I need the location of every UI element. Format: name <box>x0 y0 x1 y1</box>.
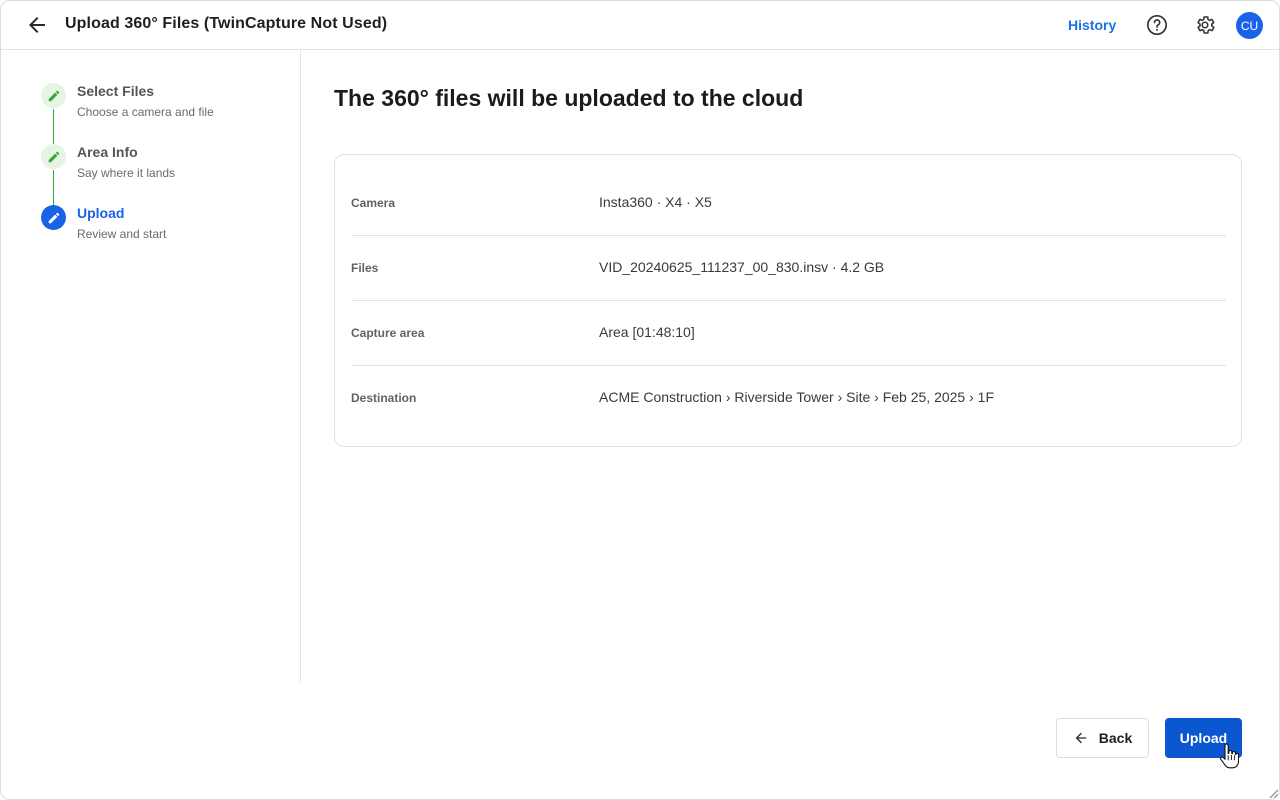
step-connector <box>53 170 54 205</box>
step-title: Upload <box>77 205 125 221</box>
app-window: Upload 360° Files (TwinCapture Not Used)… <box>0 0 1280 800</box>
back-arrow-icon[interactable] <box>25 13 49 37</box>
step-title: Select Files <box>77 83 155 99</box>
step-active-indicator <box>41 205 66 230</box>
summary-row-destination: Destination ACME Construction › Riversid… <box>351 356 1226 421</box>
page-title: Upload 360° Files (TwinCapture Not Used) <box>65 15 388 32</box>
pencil-icon <box>48 151 59 162</box>
user-avatar[interactable]: CU <box>1236 12 1263 39</box>
history-link[interactable]: History <box>1068 17 1116 33</box>
row-label: Files <box>351 261 379 275</box>
pencil-icon <box>48 212 59 223</box>
step-title: Area Info <box>77 144 138 160</box>
summary-row-camera: Camera Insta360 · X4 · X5 <box>351 161 1226 226</box>
step-done-indicator <box>41 83 66 108</box>
gear-icon[interactable] <box>1194 14 1216 36</box>
pencil-icon <box>48 90 59 101</box>
top-bar: Upload 360° Files (TwinCapture Not Used)… <box>1 1 1279 50</box>
step-subtitle: Review and start <box>77 227 167 241</box>
summary-row-files: Files VID_20240625_111237_00_830.insv · … <box>351 226 1226 291</box>
stepper-sidebar: Select Files Choose a camera and file Ar… <box>1 50 301 682</box>
step-subtitle: Say where it lands <box>77 166 176 180</box>
step-subtitle: Choose a camera and file <box>77 105 214 119</box>
section-heading: The 360° files will be uploaded to the c… <box>334 85 804 111</box>
step-connector <box>53 109 54 144</box>
summary-row-capture-area: Capture area Area [01:48:10] <box>351 291 1226 356</box>
back-button-label: Back <box>1098 730 1133 746</box>
row-label: Camera <box>351 196 396 210</box>
summary-card: Camera Insta360 · X4 · X5 Files VID_2024… <box>334 154 1242 447</box>
row-value: Insta360 · X4 · X5 <box>599 194 712 210</box>
row-value: ACME Construction › Riverside Tower › Si… <box>599 389 995 405</box>
row-label: Destination <box>351 391 417 405</box>
back-button[interactable]: Back <box>1056 718 1149 758</box>
step-done-indicator <box>41 144 66 169</box>
row-value: VID_20240625_111237_00_830.insv · 4.2 GB <box>599 259 885 275</box>
resize-grip-icon[interactable] <box>1267 787 1279 799</box>
arrow-left-icon <box>1075 732 1087 744</box>
hand-cursor-icon <box>1220 743 1239 769</box>
row-value: Area [01:48:10] <box>599 324 695 340</box>
help-icon[interactable] <box>1146 14 1168 36</box>
row-label: Capture area <box>351 326 425 340</box>
